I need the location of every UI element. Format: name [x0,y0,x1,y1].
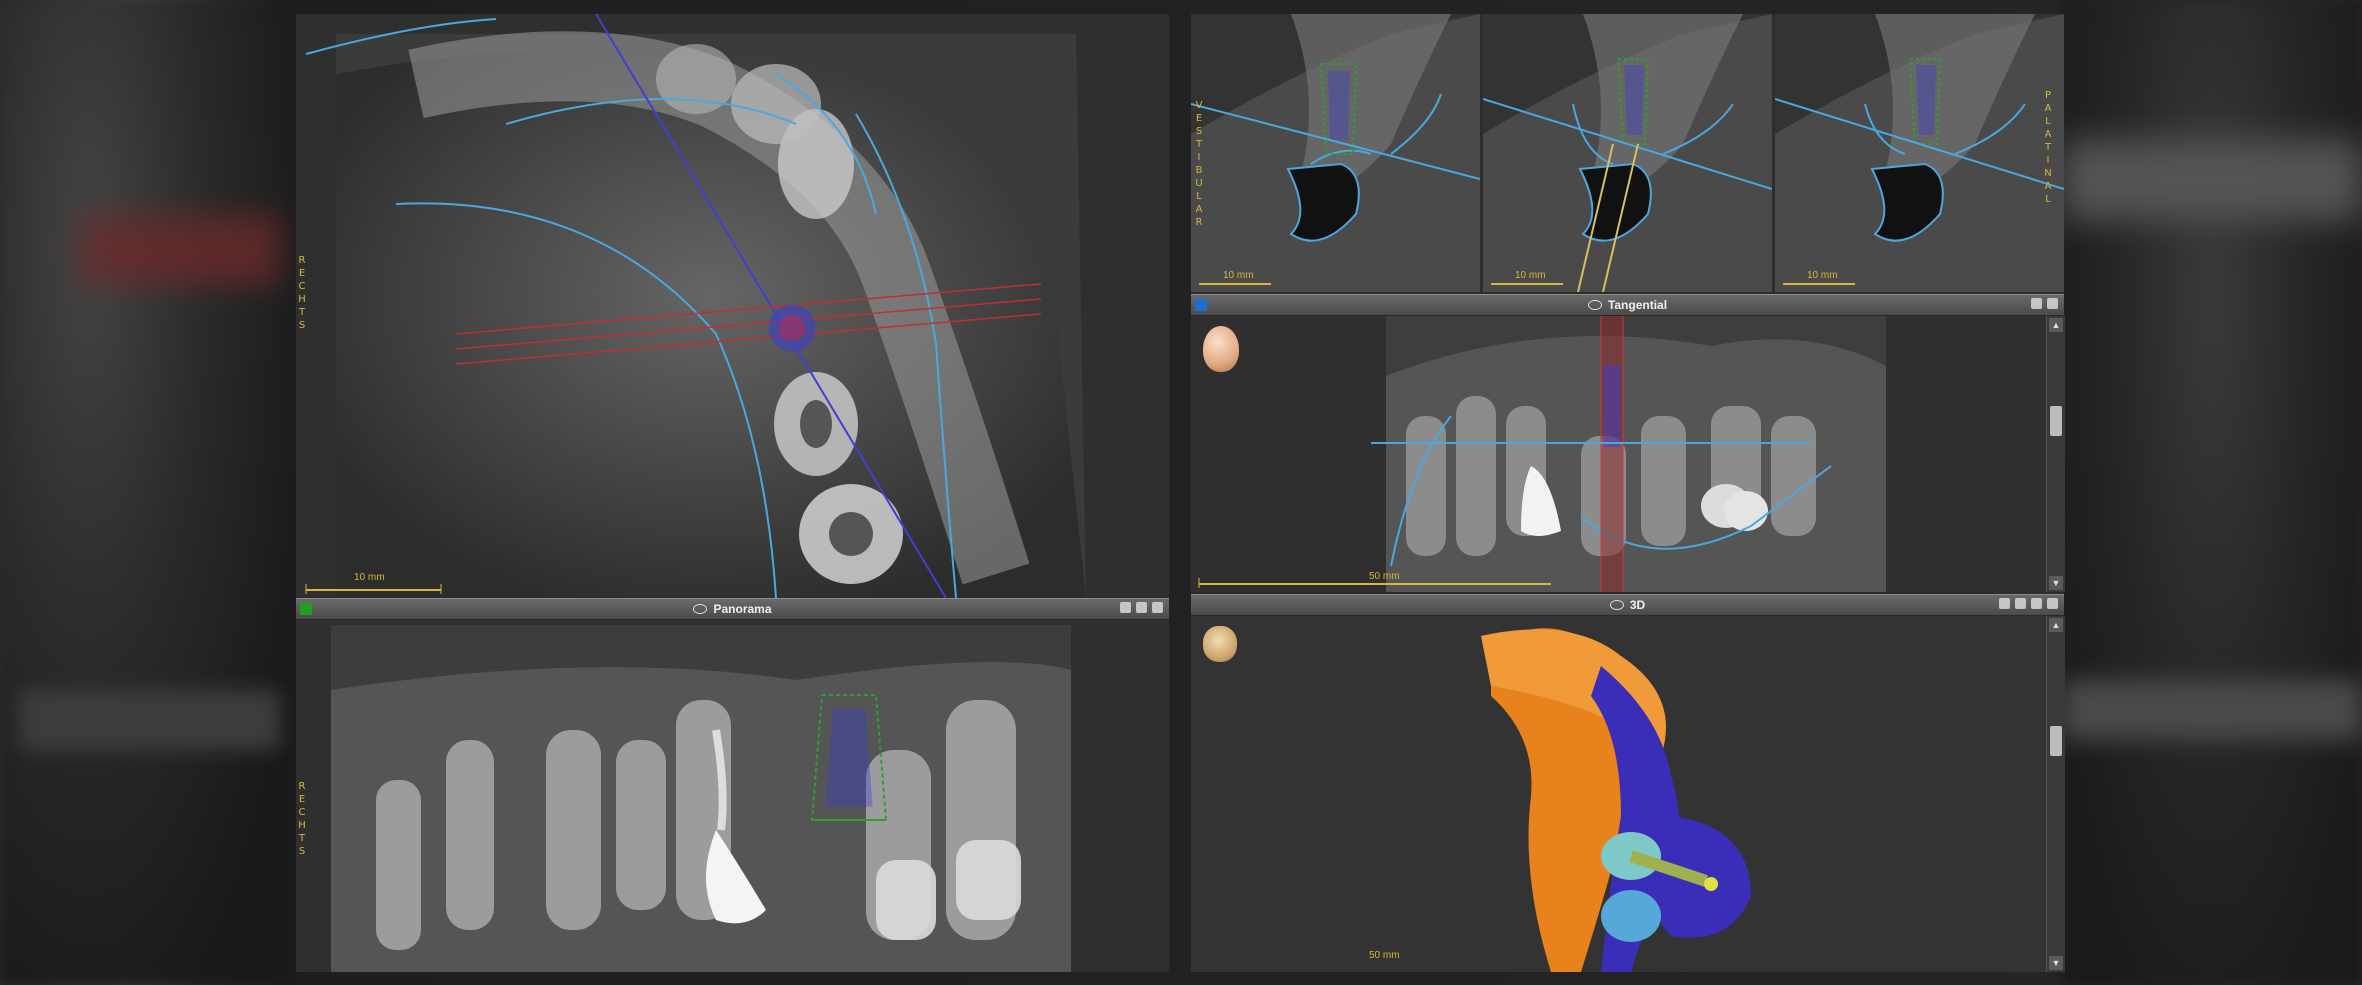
three-d-title: 3D [1629,598,1646,612]
eye-icon[interactable] [1587,300,1602,310]
cross-section-1[interactable]: VESTIBULAR 10 mm [1191,14,1480,292]
palatinal-label: PALATINAL [2044,90,2052,205]
view-color-marker [1195,299,1207,311]
axial-image [296,14,1169,598]
scroll-thumb[interactable] [2050,406,2062,436]
panorama-title-bar[interactable]: Panorama [296,598,1169,620]
tangential-title-bar[interactable]: Tangential [1191,294,2064,316]
three-d-scrollbar[interactable]: ▲ ▼ [2046,616,2065,972]
view-options-icon[interactable] [2031,298,2042,309]
cross-section-2-scale: 10 mm [1515,270,1546,281]
head-3d-icon[interactable] [1203,326,1239,372]
axial-orientation-label: RECHTS [298,255,306,331]
tangential-view[interactable]: 50 mm [1191,316,2046,592]
maximize-icon[interactable] [2047,298,2058,309]
cross-section-2[interactable]: 10 mm [1483,14,1772,292]
scroll-up-icon[interactable]: ▲ [2049,618,2063,632]
view-color-marker [300,603,312,615]
cross-section-1-scale: 10 mm [1223,270,1254,281]
settings-icon[interactable] [1152,602,1163,613]
scroll-down-icon[interactable]: ▼ [2049,956,2063,970]
maximize-icon[interactable] [2047,598,2058,609]
panorama-orientation-label: RECHTS [298,781,306,857]
right-panel: VESTIBULAR 10 mm 10 mm PALATINAL 10 mm T… [1191,14,2065,972]
background-right-blur [2062,0,2362,985]
view-options-icon[interactable] [2015,598,2026,609]
display-icon[interactable] [2031,598,2042,609]
move-icon[interactable] [1136,602,1147,613]
axial-view[interactable]: RECHTS 10 mm [296,14,1169,598]
three-d-scale-label: 50 mm [1369,950,1400,961]
cross-section-3-scale: 10 mm [1807,270,1838,281]
visibility-icon[interactable] [1999,598,2010,609]
eye-icon[interactable] [693,604,708,614]
cross-section-3[interactable]: PALATINAL 10 mm [1775,14,2064,292]
three-d-title-bar[interactable]: 3D [1191,594,2064,616]
tangential-scrollbar[interactable]: ▲ ▼ [2046,316,2065,592]
tangential-scale-label: 50 mm [1369,571,1400,582]
scroll-up-icon[interactable]: ▲ [2049,318,2063,332]
skull-icon[interactable] [1203,626,1237,662]
panorama-view[interactable]: RECHTS [296,620,1169,972]
left-panel: RECHTS 10 mm Panorama RECHTS [296,14,1169,972]
scroll-thumb[interactable] [2050,726,2062,756]
axial-scale-label: 10 mm [354,572,385,583]
vestibular-label: VESTIBULAR [1195,100,1203,228]
eye-icon[interactable] [1609,600,1624,610]
background-left-blur [0,0,296,985]
three-d-view[interactable]: 50 mm [1191,616,2046,972]
scroll-down-icon[interactable]: ▼ [2049,576,2063,590]
panorama-title: Panorama [713,602,772,616]
view-options-icon[interactable] [1120,602,1131,613]
panorama-image [296,620,1169,972]
tangential-title: Tangential [1607,298,1668,312]
